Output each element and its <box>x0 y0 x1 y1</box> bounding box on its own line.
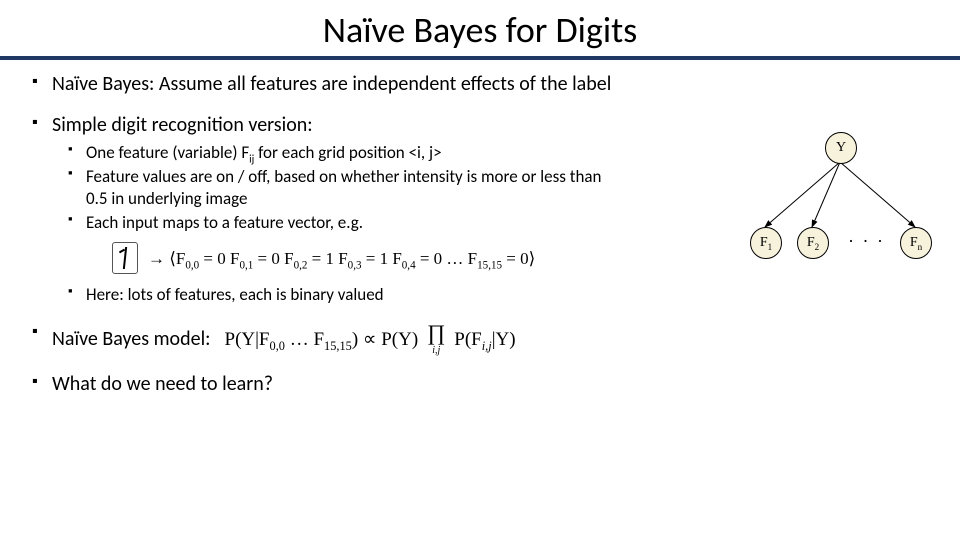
sub-bullet-2: Feature values are on / off, based on wh… <box>66 166 606 210</box>
sub-bullet-4: Here: lots of features, each is binary v… <box>66 284 930 306</box>
bullet-main-3-text: Naïve Bayes model: <box>52 327 211 352</box>
fv-idx1515: 15,15 <box>477 259 502 271</box>
node-dots: · · · <box>848 231 885 252</box>
nbf-lhs-sub1: 0,0 <box>270 338 285 352</box>
bullet-main-2-text: Simple digit recognition version: <box>52 113 313 137</box>
sub1-b: for each grid position <i, j> <box>254 142 441 163</box>
nb-model-formula: P(Y|F0,0 … F15,15) ∝ P(Y) ∏ i,j P(Fi,j|Y… <box>225 322 516 356</box>
nbf-lhs-sub2: 15,15 <box>324 338 352 352</box>
node-f1-text: F <box>760 235 768 250</box>
nbf-lhs2: … F <box>285 329 324 350</box>
fv-r4: = 1 F <box>361 249 401 268</box>
node-f2-sub: 2 <box>815 242 820 252</box>
node-f2: F2 <box>797 227 829 259</box>
node-fn-sub: n <box>918 242 923 252</box>
digit-one-icon <box>112 242 138 274</box>
fv-idx00: 0,0 <box>185 259 199 271</box>
formula-text: → ⟨F0,0 = 0 F0,1 = 0 F0,2 = 1 F0,3 = 1 F… <box>148 248 535 269</box>
fv-idx03: 0,3 <box>348 259 362 271</box>
bullet-main-3: Naïve Bayes model: P(Y|F0,0 … F15,15) ∝ … <box>30 322 930 356</box>
slide: Naïve Bayes for Digits Naïve Bayes: Assu… <box>0 0 960 540</box>
node-f1: F1 <box>750 227 782 259</box>
fv-idx02: 0,2 <box>294 259 308 271</box>
nbf-rhs2: |Y) <box>492 329 516 350</box>
product-symbol: ∏ i,j <box>427 322 445 356</box>
bayes-net-diagram: Y F1 F2 · · · Fn <box>740 132 940 272</box>
fv-r3: = 1 F <box>307 249 347 268</box>
fv-r1: = 0 F <box>199 249 239 268</box>
node-fn-text: F <box>910 235 918 250</box>
fv-idx04: 0,4 <box>402 259 416 271</box>
bullet-main-4: What do we need to learn? <box>30 372 930 397</box>
node-y: Y <box>825 132 857 164</box>
nbf-rhs: P(F <box>454 329 481 350</box>
prod-glyph: ∏ <box>427 322 445 344</box>
prod-sub: i,j <box>432 346 440 356</box>
nbf-rhs-sub: i,j <box>482 338 492 352</box>
fv-arrow: → ⟨F <box>148 249 185 268</box>
nbf-lhs3: ) ∝ P(Y) <box>352 329 418 350</box>
node-f2-text: F <box>807 235 815 250</box>
fv-r6: = 0⟩ <box>502 249 535 268</box>
sub1-a: One feature (variable) F <box>86 142 249 163</box>
slide-title: Naïve Bayes for Digits <box>0 0 960 52</box>
bullet-main-1: Naïve Bayes: Assume all features are ind… <box>30 72 930 97</box>
node-fn: Fn <box>900 227 932 259</box>
fv-r2: = 0 F <box>253 249 293 268</box>
fv-r5: = 0 … F <box>416 249 478 268</box>
node-f1-sub: 1 <box>768 242 773 252</box>
fv-idx01: 0,1 <box>239 259 253 271</box>
nbf-lhs: P(Y|F <box>225 329 270 350</box>
